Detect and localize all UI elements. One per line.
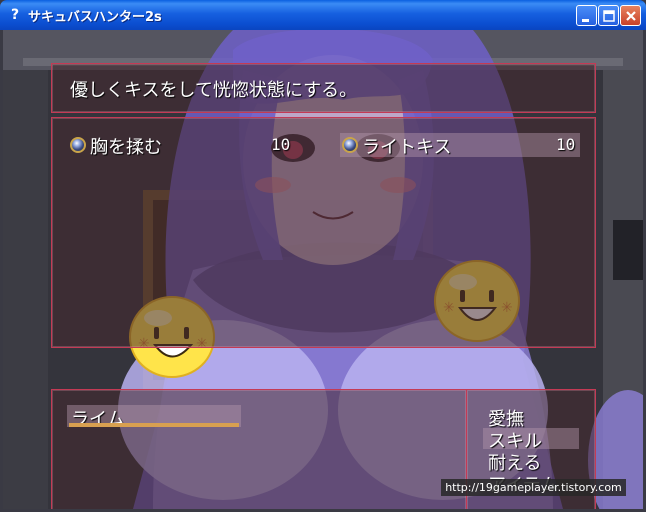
hp-bar-fill xyxy=(69,423,239,427)
orb-icon xyxy=(70,137,86,153)
minimize-button[interactable] xyxy=(576,5,597,26)
maximize-button[interactable] xyxy=(598,5,619,26)
skill-item-1[interactable]: 胸を揉む 10 xyxy=(66,132,306,158)
skill-cost: 10 xyxy=(556,135,576,154)
member-name: ライム xyxy=(71,409,125,430)
question-mark-icon: ? xyxy=(10,7,20,23)
close-icon xyxy=(626,11,636,21)
watermark-url: http://19gameplayer.tistory.com xyxy=(441,479,626,496)
minimize-icon xyxy=(582,19,589,22)
help-window: 優しくキスをして恍惚状態にする。 xyxy=(51,63,596,113)
window-title: サキュバスハンター2s xyxy=(28,10,162,25)
orb-icon xyxy=(342,137,358,153)
party-status-window: ライム xyxy=(51,389,467,509)
skill-list-window: 胸を揉む 10 ライトキス 10 xyxy=(51,117,596,348)
close-button[interactable] xyxy=(620,5,641,26)
hp-bar xyxy=(69,423,239,427)
skill-item-2[interactable]: ライトキス 10 xyxy=(338,132,582,158)
skill-name: 胸を揉む xyxy=(90,137,162,158)
skill-name: ライトキス xyxy=(362,137,452,158)
help-text: 優しくキスをして恍惚状態にする。 xyxy=(70,80,358,101)
title-bar: ? サキュバスハンター2s xyxy=(0,0,646,30)
maximize-icon xyxy=(603,10,615,22)
game-screen: ✳ ✳ ✳ ✳ 優しくキスをして恍惚状態にする。 胸を揉む 10 ライトキス xyxy=(3,30,643,509)
skill-cost: 10 xyxy=(271,135,291,154)
